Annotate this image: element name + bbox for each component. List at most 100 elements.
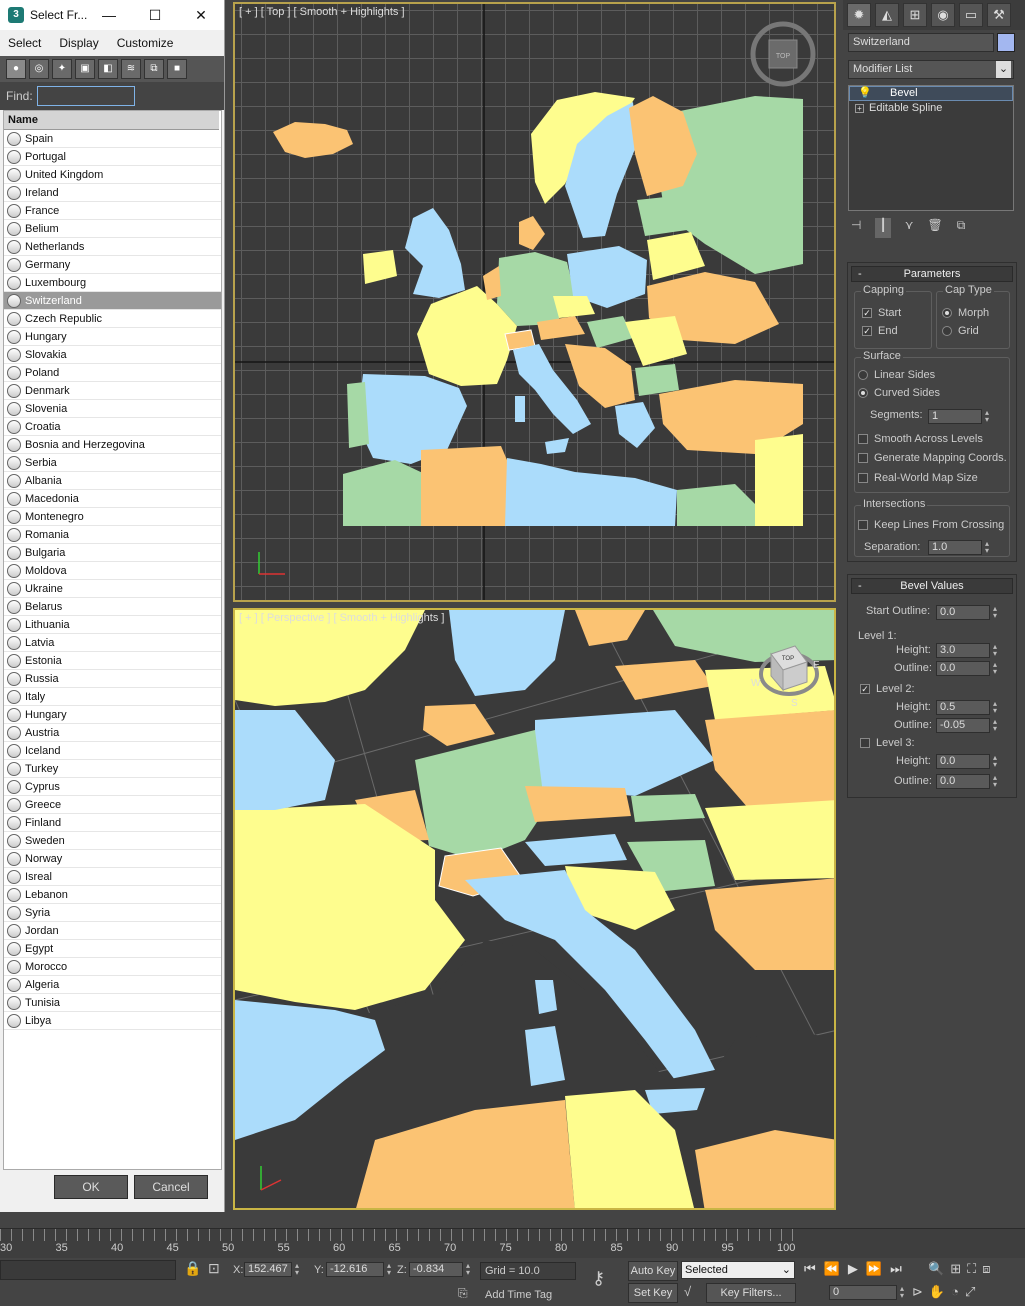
list-item[interactable]: Sweden <box>4 832 221 850</box>
list-item[interactable]: Syria <box>4 904 221 922</box>
list-item[interactable]: Moldova <box>4 562 221 580</box>
list-item[interactable]: Czech Republic <box>4 310 221 328</box>
spacewarps-filter-icon[interactable]: ≋ <box>121 59 141 79</box>
list-item[interactable]: Tunisia <box>4 994 221 1012</box>
modifier-list-dropdown[interactable]: Modifier List ⌄ <box>848 60 1014 79</box>
auto-key-button[interactable]: Auto Key <box>628 1261 678 1281</box>
list-item[interactable]: Italy <box>4 688 221 706</box>
create-tab-icon[interactable]: ✹ <box>847 3 871 27</box>
list-item[interactable]: Portugal <box>4 148 221 166</box>
l1-height-spinner[interactable]: 3.0 <box>936 643 1001 658</box>
lights-filter-icon[interactable]: ✦ <box>52 59 72 79</box>
utilities-tab-icon[interactable]: ⚒ <box>987 3 1011 27</box>
cap-end-checkbox[interactable]: ✓ End <box>862 325 898 337</box>
list-item[interactable]: Hungary <box>4 706 221 724</box>
list-item[interactable]: Iceland <box>4 742 221 760</box>
key-tangent-icon[interactable]: √ <box>684 1284 691 1299</box>
perspective-viewport-label[interactable]: [ + ] [ Perspective ] [ Smooth + Highlig… <box>239 612 444 624</box>
perspective-viewport[interactable]: [ + ] [ Perspective ] [ Smooth + Highlig… <box>233 608 836 1210</box>
list-item[interactable]: Ukraine <box>4 580 221 598</box>
list-item[interactable]: Slovakia <box>4 346 221 364</box>
remove-modifier-icon[interactable]: 🗑 <box>927 218 942 238</box>
object-name-field[interactable]: Switzerland <box>848 33 994 52</box>
list-item[interactable]: Ireland <box>4 184 221 202</box>
time-tag-icon[interactable]: ⎘ <box>458 1286 468 1301</box>
name-column-header[interactable]: Name <box>4 111 219 130</box>
stack-item-editable-spline[interactable]: + Editable Spline <box>849 101 1013 116</box>
list-item[interactable]: Lebanon <box>4 886 221 904</box>
timeline[interactable]: 30 35 40 45 50 55 60 65 70 75 80 85 90 95 100 <box>0 1228 1025 1258</box>
menu-customize[interactable]: Customize <box>117 36 174 50</box>
zoom-icon[interactable]: 🔍 <box>928 1261 944 1277</box>
list-item[interactable]: Belarus <box>4 598 221 616</box>
find-input[interactable] <box>36 86 135 106</box>
go-to-start-icon[interactable]: ⏮ <box>804 1261 816 1281</box>
current-frame-field[interactable]: 0 <box>829 1285 908 1300</box>
list-item[interactable]: Romania <box>4 526 221 544</box>
lightbulb-icon[interactable]: 💡 <box>858 87 872 100</box>
list-item[interactable]: Estonia <box>4 652 221 670</box>
next-frame-icon[interactable]: ⏩ <box>866 1261 882 1281</box>
grid-radio[interactable]: Grid <box>942 325 979 337</box>
lock-selection-icon[interactable]: 🔒 <box>184 1260 201 1277</box>
shapes-filter-icon[interactable]: ◎ <box>29 59 49 79</box>
configure-sets-icon[interactable]: ⧉ <box>957 218 966 238</box>
maximize-viewport-icon[interactable]: ⤢ <box>965 1284 975 1300</box>
l3-height-spinner[interactable]: 0.0 <box>936 754 1001 769</box>
linear-sides-radio[interactable]: Linear Sides <box>858 369 935 381</box>
start-outline-spinner[interactable]: 0.0 <box>936 605 1001 620</box>
list-item[interactable]: Slovenia <box>4 400 221 418</box>
curved-sides-radio[interactable]: Curved Sides <box>858 387 940 399</box>
zoom-all-icon[interactable]: ⊞ <box>950 1261 961 1277</box>
bones-filter-icon[interactable]: ■ <box>167 59 187 79</box>
ok-button[interactable]: OK <box>54 1175 128 1199</box>
smooth-across-levels-checkbox[interactable]: Smooth Across Levels <box>858 433 983 445</box>
list-item[interactable]: Turkey <box>4 760 221 778</box>
list-item[interactable]: Serbia <box>4 454 221 472</box>
menu-select[interactable]: Select <box>8 36 41 50</box>
set-key-button[interactable]: Set Key <box>628 1283 678 1303</box>
list-item[interactable]: Belium <box>4 220 221 238</box>
pin-stack-icon[interactable]: ⊣ <box>851 218 861 238</box>
menu-display[interactable]: Display <box>59 36 98 50</box>
list-item[interactable]: Hungary <box>4 328 221 346</box>
level2-checkbox[interactable]: ✓ Level 2: <box>860 683 915 695</box>
close-icon[interactable]: ✕ <box>178 0 224 30</box>
display-tab-icon[interactable]: ▭ <box>959 3 983 27</box>
make-unique-icon[interactable]: ⋎ <box>905 218 914 238</box>
list-item[interactable]: United Kingdom <box>4 166 221 184</box>
list-item[interactable]: Poland <box>4 364 221 382</box>
minimize-icon[interactable]: — <box>86 0 132 30</box>
list-item[interactable]: Cyprus <box>4 778 221 796</box>
key-mode-select[interactable]: Selected ⌄ <box>681 1261 795 1279</box>
expand-icon[interactable]: + <box>855 104 864 113</box>
groups-filter-icon[interactable]: ⧉ <box>144 59 164 79</box>
top-viewport-label[interactable]: [ + ] [ Top ] [ Smooth + Highlights ] <box>239 6 405 18</box>
geometry-filter-icon[interactable]: ● <box>6 59 26 79</box>
keep-lines-checkbox[interactable]: Keep Lines From Crossing <box>858 519 1004 531</box>
x-coordinate[interactable]: 152.467 <box>244 1262 303 1277</box>
play-icon[interactable]: ▶ <box>848 1261 858 1281</box>
top-viewport[interactable]: [ + ] [ Top ] [ Smooth + Highlights ] TO… <box>233 2 836 602</box>
l3-outline-spinner[interactable]: 0.0 <box>936 774 1001 789</box>
orbit-icon[interactable]: ◔ <box>951 1284 959 1300</box>
list-item[interactable]: Russia <box>4 670 221 688</box>
l2-height-spinner[interactable]: 0.5 <box>936 700 1001 715</box>
hierarchy-tab-icon[interactable]: ⊞ <box>903 3 927 27</box>
list-item[interactable]: Egypt <box>4 940 221 958</box>
motion-tab-icon[interactable]: ◉ <box>931 3 955 27</box>
field-of-view-icon[interactable]: ⊳ <box>912 1284 923 1300</box>
cameras-filter-icon[interactable]: ▣ <box>75 59 95 79</box>
list-item[interactable]: Isreal <box>4 868 221 886</box>
list-item[interactable]: Austria <box>4 724 221 742</box>
segments-spinner[interactable]: 1 <box>928 409 993 424</box>
generate-mapping-checkbox[interactable]: Generate Mapping Coords. <box>858 452 1007 464</box>
top-viewcube[interactable]: TOP <box>750 21 816 87</box>
zoom-extents-all-icon[interactable]: ⧈ <box>982 1261 990 1277</box>
key-filters-button[interactable]: Key Filters... <box>706 1283 796 1303</box>
list-item[interactable]: France <box>4 202 221 220</box>
morph-radio[interactable]: Morph <box>942 307 989 319</box>
list-item[interactable]: Bosnia and Herzegovina <box>4 436 221 454</box>
z-coordinate[interactable]: -0.834 <box>409 1262 474 1277</box>
list-item[interactable]: Albania <box>4 472 221 490</box>
